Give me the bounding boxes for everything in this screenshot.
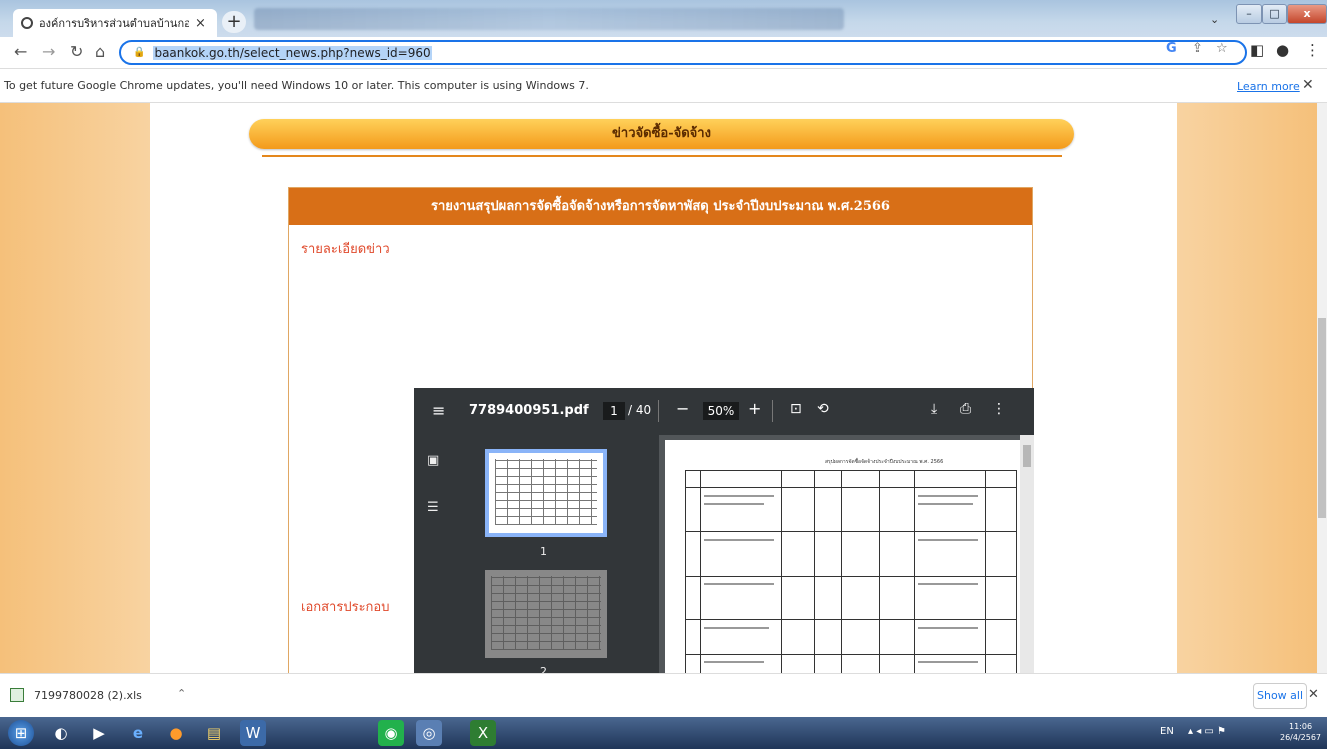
minimize-button[interactable]: – xyxy=(1236,4,1262,24)
clock-time: 11:06 xyxy=(1288,722,1313,731)
clock-date: 26/4/2567 xyxy=(1280,733,1322,742)
pdf-page: สรุปผลการจัดซื้อจัดจ้างประจำปีงบประมาณ พ… xyxy=(665,440,1020,673)
pdf-scrollbar[interactable] xyxy=(1020,435,1034,673)
rotate-icon[interactable]: ⟲ xyxy=(817,401,829,417)
zoom-out-icon[interactable]: − xyxy=(676,399,689,418)
file-explorer-icon[interactable]: ▤ xyxy=(201,720,227,746)
clock[interactable]: 11:06 26/4/2567 xyxy=(1280,721,1321,743)
internet-explorer-icon[interactable]: e xyxy=(125,720,151,746)
tab-strip: องค์การบริหารส่วนตำบลบ้านกอก อำเ × + ⌄ –… xyxy=(0,0,1327,37)
print-icon[interactable]: ⎙ xyxy=(960,401,971,417)
panel-title: รายงานสรุปผลการจัดซื้อจัดจ้างหรือการจัดห… xyxy=(289,188,1032,225)
browser-tab-active[interactable]: องค์การบริหารส่วนตำบลบ้านกอก อำเ × xyxy=(13,9,217,37)
pdf-document-title: สรุปผลการจัดซื้อจัดจ้างประจำปีงบประมาณ พ… xyxy=(825,459,944,465)
news-panel: รายงานสรุปผลการจัดซื้อจัดจ้างหรือการจัดห… xyxy=(288,187,1034,673)
thumbnail-label: 1 xyxy=(540,545,547,558)
windows-taskbar: ⊞ ◐ ▶ e ● ▤ W ◉ ◎ X EN ▴ ◂ ▭ ⚑ 11:06 26/… xyxy=(0,717,1327,749)
browser-toolbar: ← → ↻ ⌂ 🔒 baankok.go.th/select_news.php?… xyxy=(0,37,1327,69)
web-page: ข่าวจัดซื้อ-จัดจ้าง รายงานสรุปผลการจัดซื… xyxy=(0,103,1317,673)
download-bar: 7199780028 (2).xls ⌃ Show all ✕ xyxy=(0,673,1327,717)
new-tab-button[interactable]: + xyxy=(222,11,246,33)
pdf-procurement-table xyxy=(685,470,1017,673)
maximize-button[interactable]: □ xyxy=(1262,4,1287,24)
thumbnail-label: 2 xyxy=(540,665,547,673)
firefox-icon[interactable]: ● xyxy=(163,720,189,746)
page-total: / 40 xyxy=(628,403,652,417)
menu-kebab-icon[interactable]: ⋮ xyxy=(1305,41,1320,59)
pdf-viewer[interactable]: ≡ 7789400951.pdf 1 / 40 − 50% + ⊡ ⟲ ⤓ ⎙ … xyxy=(414,388,1034,673)
zoom-in-icon[interactable]: + xyxy=(748,399,761,418)
google-translate-icon[interactable]: G xyxy=(1166,41,1177,56)
pdf-sidebar: ▣ ☰ xyxy=(414,435,454,673)
globe-icon xyxy=(21,17,33,29)
outline-view-icon[interactable]: ☰ xyxy=(427,500,439,515)
download-bar-close-icon[interactable]: ✕ xyxy=(1308,687,1319,702)
forward-arrow-icon[interactable]: → xyxy=(42,42,55,61)
page-thumbnail[interactable] xyxy=(485,570,607,658)
home-icon[interactable]: ⌂ xyxy=(95,42,105,61)
page-right-margin xyxy=(1177,103,1317,673)
reload-icon[interactable]: ↻ xyxy=(70,42,83,61)
bookmark-star-icon[interactable]: ☆ xyxy=(1216,41,1228,56)
section-banner: ข่าวจัดซื้อ-จัดจ้าง xyxy=(249,119,1074,149)
tray-icons[interactable]: ▴ ◂ ▭ ⚑ xyxy=(1188,726,1226,737)
banner-divider xyxy=(262,155,1062,157)
thumbnails-view-icon[interactable]: ▣ xyxy=(427,453,439,468)
side-panel-icon[interactable]: ◧ xyxy=(1250,41,1264,59)
info-message: To get future Google Chrome updates, you… xyxy=(4,79,589,92)
back-arrow-icon[interactable]: ← xyxy=(14,42,27,61)
excel-icon[interactable]: X xyxy=(470,720,496,746)
page-scrollbar[interactable] xyxy=(1317,103,1327,673)
show-all-button[interactable]: Show all xyxy=(1253,683,1307,709)
attachment-label: เอกสารประกอบ xyxy=(301,600,390,615)
profile-avatar-icon[interactable]: ● xyxy=(1276,41,1289,59)
chrome-icon[interactable]: ◎ xyxy=(416,720,442,746)
pdf-toolbar: ≡ 7789400951.pdf 1 / 40 − 50% + ⊡ ⟲ ⤓ ⎙ … xyxy=(414,388,1034,435)
thumbnail-pane: 1 2 xyxy=(454,435,699,673)
tab-close-icon[interactable]: × xyxy=(195,16,206,31)
pdf-filename: 7789400951.pdf xyxy=(469,403,589,418)
page-number-input[interactable]: 1 xyxy=(603,402,625,420)
toolbar-divider xyxy=(772,400,773,422)
download-file-name[interactable]: 7199780028 (2).xls xyxy=(34,689,142,702)
chevron-up-icon[interactable]: ⌃ xyxy=(177,687,186,700)
detail-label: รายละเอียดข่าว xyxy=(301,242,390,257)
start-button-icon[interactable]: ⊞ xyxy=(8,720,34,746)
share-icon[interactable]: ⇪ xyxy=(1192,41,1203,56)
background-window-tabs xyxy=(254,8,844,30)
window-close-button[interactable]: x xyxy=(1287,4,1327,24)
infobar-close-icon[interactable]: ✕ xyxy=(1302,77,1314,93)
tab-search-icon[interactable]: ⌄ xyxy=(1210,13,1219,26)
download-icon[interactable]: ⤓ xyxy=(931,401,937,417)
url-text[interactable]: baankok.go.th/select_news.php?news_id=96… xyxy=(153,45,432,60)
fit-page-icon[interactable]: ⊡ xyxy=(790,401,802,417)
excel-file-icon[interactable] xyxy=(10,688,24,702)
toolbar-divider xyxy=(658,400,659,422)
word-icon[interactable]: W xyxy=(240,720,266,746)
line-app-icon[interactable]: ◉ xyxy=(378,720,404,746)
lock-icon[interactable]: 🔒 xyxy=(133,47,145,58)
learn-more-link[interactable]: Learn more xyxy=(1237,80,1300,93)
language-indicator[interactable]: EN xyxy=(1160,726,1174,737)
page-thumbnail[interactable] xyxy=(485,449,607,537)
windows-media-icon[interactable]: ▶ xyxy=(86,720,112,746)
address-bar[interactable]: 🔒 baankok.go.th/select_news.php?news_id=… xyxy=(119,40,1247,65)
more-options-icon[interactable]: ⋮ xyxy=(992,401,1006,417)
tab-title: องค์การบริหารส่วนตำบลบ้านกอก อำเ xyxy=(39,17,189,30)
hamburger-menu-icon[interactable]: ≡ xyxy=(432,401,445,420)
update-info-bar: To get future Google Chrome updates, you… xyxy=(0,69,1327,103)
zoom-level-input[interactable]: 50% xyxy=(703,402,739,420)
media-player-icon[interactable]: ◐ xyxy=(48,720,74,746)
page-left-margin xyxy=(0,103,150,673)
page-scrollbar-thumb[interactable] xyxy=(1318,318,1326,518)
